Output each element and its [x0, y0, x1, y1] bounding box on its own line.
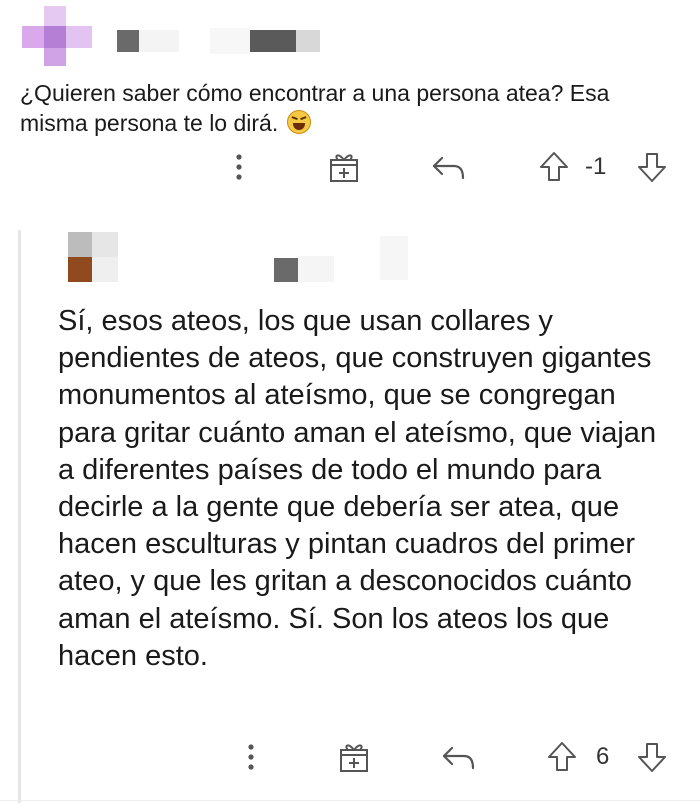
reply-actions: 6 — [0, 740, 700, 774]
reply-meta-blur — [380, 236, 408, 280]
username[interactable] — [117, 30, 139, 52]
reply-downvote-button[interactable] — [636, 740, 668, 774]
thread-line[interactable] — [18, 230, 21, 803]
reply-reply-button[interactable] — [440, 740, 476, 774]
reply-username-blur — [298, 256, 334, 282]
comment-vote-count: -1 — [585, 153, 607, 180]
upvote-arrow-icon — [548, 742, 576, 771]
reply-award-button[interactable] — [338, 740, 372, 774]
downvote-button[interactable] — [636, 150, 668, 184]
award-button[interactable] — [328, 150, 362, 184]
comment-header — [0, 0, 700, 70]
downvote-arrow-icon — [638, 153, 666, 182]
upvote-button[interactable] — [538, 150, 570, 184]
bottom-divider — [0, 800, 700, 801]
comment-meta-blur — [210, 28, 250, 54]
laughing-emoji-icon — [286, 110, 311, 134]
reply-upvote-button[interactable] — [546, 740, 578, 774]
reply-vote-count-wrap: 6 — [596, 740, 609, 774]
comment-text: ¿Quieren saber cómo encontrar a una pers… — [20, 80, 610, 136]
comment-body: ¿Quieren saber cómo encontrar a una pers… — [20, 78, 680, 138]
reply-body: Sí, esos ateos, los que usan collares y … — [58, 305, 657, 672]
reply-more-options-button[interactable] — [238, 740, 264, 774]
gift-icon — [330, 154, 358, 182]
more-vertical-icon — [236, 154, 242, 180]
reply-header — [60, 232, 700, 288]
reply-avatar[interactable] — [68, 232, 118, 282]
reply-arrow-icon — [442, 746, 475, 770]
downvote-arrow-icon — [638, 743, 666, 772]
avatar[interactable] — [22, 6, 92, 66]
reply-arrow-icon — [432, 156, 465, 180]
comment-timestamp — [250, 30, 296, 52]
more-vertical-icon — [248, 744, 254, 770]
upvote-arrow-icon — [540, 152, 568, 181]
more-options-button[interactable] — [226, 150, 252, 184]
reply-button[interactable] — [430, 150, 466, 184]
comment-actions: -1 — [0, 150, 700, 184]
reply-vote-count: 6 — [596, 743, 610, 770]
username-blur — [139, 30, 179, 52]
reply-username[interactable] — [274, 258, 298, 282]
vote-count: -1 — [585, 150, 606, 184]
gift-icon — [340, 744, 368, 772]
comment-timestamp-blur — [296, 30, 320, 52]
